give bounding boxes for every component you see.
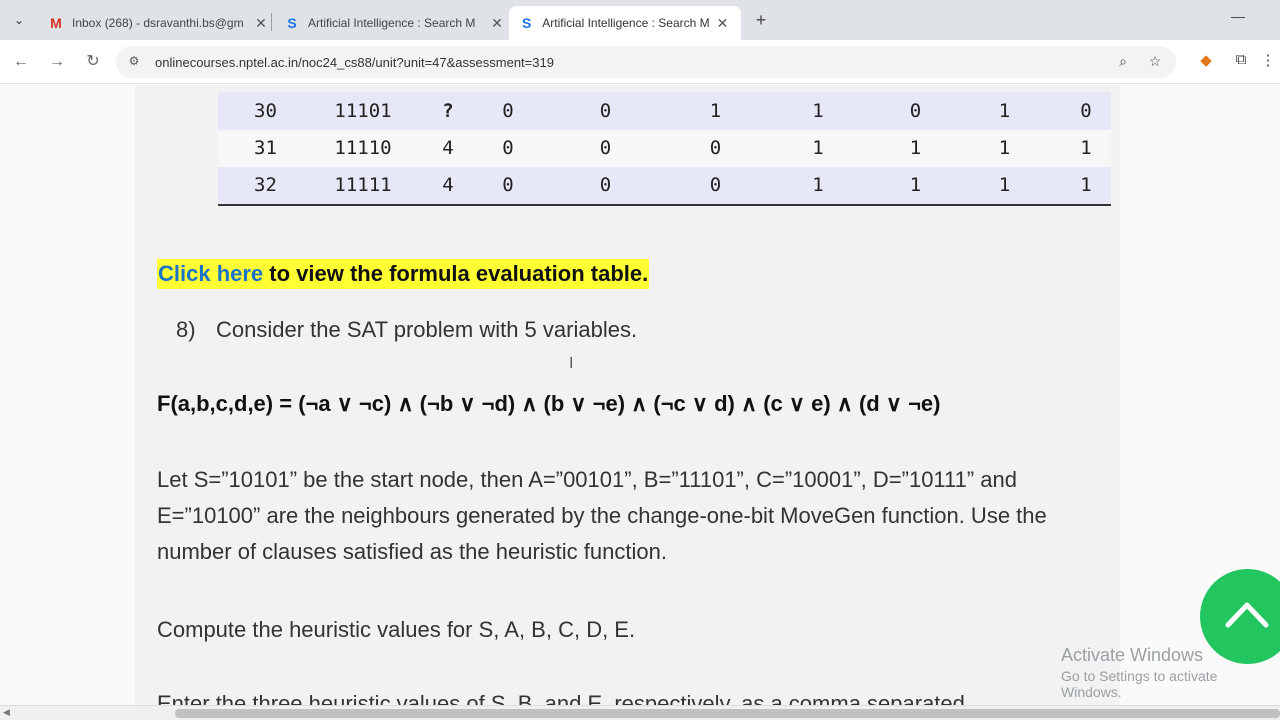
chevron-up-icon (1225, 602, 1269, 628)
close-icon[interactable]: ✕ (714, 15, 731, 32)
table-cell: 1 (883, 167, 948, 206)
table-cell: 0 (533, 167, 678, 206)
scrollbar-thumb[interactable] (175, 709, 1280, 718)
gmail-icon: M (50, 15, 62, 31)
formula-table-link-line: Click here to view the formula evaluatio… (157, 259, 650, 289)
table-cell: 0 (1080, 99, 1092, 122)
table-cell: 1 (753, 167, 883, 206)
table-cell: 1 (709, 99, 722, 122)
table-cell: 11111 (313, 167, 413, 206)
site-settings-icon[interactable]: ⚙ (126, 54, 142, 70)
table-cell: 0 (678, 167, 753, 206)
metamask-fox-icon[interactable]: ◆ (1196, 51, 1216, 71)
click-here-link[interactable]: Click here (158, 261, 263, 286)
browser-toolbar: ← → ↻ ⚙ onlinecourses.nptel.ac.in/noc24_… (0, 40, 1280, 84)
table-cell: 1 (1061, 167, 1111, 206)
table-row: 30 11101 ? 0 0 1 1 0 1 0 (218, 92, 1111, 130)
tab-ai-search-active[interactable]: S Artificial Intelligence : Search M ✕ (509, 6, 741, 40)
table-row: 32 11111 4 0 0 0 1 1 1 1 (218, 167, 1111, 206)
tab-ai-search-1[interactable]: S Artificial Intelligence : Search M ✕ (274, 6, 516, 40)
new-tab-plus-icon[interactable]: + (750, 9, 772, 31)
table-cell: 30 (254, 99, 277, 122)
tab-title: Artificial Intelligence : Search M (308, 16, 476, 30)
activate-windows-watermark: Activate Windows Go to Settings to activ… (1061, 645, 1280, 700)
table-cell: 1 (909, 137, 922, 160)
bookmark-star-icon[interactable]: ☆ (1146, 53, 1164, 71)
table-cell: 31 (254, 137, 277, 160)
minimize-icon[interactable]: — (1228, 8, 1248, 24)
table-cell: 0 (709, 137, 722, 160)
text-cursor-icon: I (569, 355, 574, 372)
table-cell: 1 (998, 99, 1011, 122)
table-cell: 32 (218, 167, 313, 206)
close-icon[interactable]: ✕ (488, 15, 506, 32)
table-cell: 1 (998, 137, 1011, 160)
table-cell: 1 (812, 99, 824, 122)
scroll-left-icon[interactable]: ◀ (3, 707, 10, 718)
tab-gmail[interactable]: M Inbox (268) - dsravanthi.bs@gm ✕ (38, 6, 280, 40)
tab-separator (271, 13, 272, 31)
evaluation-table: 30 11101 ? 0 0 1 1 0 1 0 31 11110 4 0 0 … (218, 92, 1111, 206)
url-text[interactable]: onlinecourses.nptel.ac.in/noc24_cs88/uni… (155, 55, 554, 70)
watermark-subtitle: Go to Settings to activate Windows. (1061, 668, 1218, 700)
table-row: 31 11110 4 0 0 0 1 1 1 1 (218, 129, 1111, 167)
tab-strip: ⌄ M Inbox (268) - dsravanthi.bs@gm ✕ S A… (0, 0, 1280, 40)
tab-title: Artificial Intelligence : Search M (542, 16, 710, 30)
tab-search-icon[interactable]: ⌄ (8, 9, 30, 31)
table-cell: 0 (599, 99, 612, 122)
close-icon[interactable]: ✕ (252, 15, 270, 32)
table-cell: ? (442, 99, 454, 122)
page-content: 30 11101 ? 0 0 1 1 0 1 0 31 11110 4 0 0 … (0, 85, 1280, 705)
table-cell: 0 (483, 167, 533, 206)
tab-title: Inbox (268) - dsravanthi.bs@gm (72, 16, 244, 30)
table-cell: 11101 (334, 99, 392, 122)
extensions-puzzle-icon[interactable]: ⧉ (1231, 51, 1251, 71)
table-cell: 11110 (334, 137, 392, 160)
table-cell: 1 (948, 167, 1061, 206)
question-paragraph-neighbours: Let S=”10101” be the start node, then A=… (157, 467, 1047, 564)
forward-arrow-icon[interactable]: → (46, 51, 68, 73)
menu-more-icon[interactable]: ⋮ (1258, 51, 1278, 71)
table-cell: 0 (909, 99, 922, 122)
sat-formula: F(a,b,c,d,e) = (¬a ∨ ¬c) ∧ (¬b ∨ ¬d) ∧ (… (157, 391, 941, 416)
table-cell: 1 (812, 137, 824, 160)
zoom-icon[interactable]: ⌕ (1114, 53, 1132, 71)
table-cell: 0 (599, 137, 612, 160)
table-cell: 4 (413, 167, 483, 206)
table-cell: 0 (502, 99, 514, 122)
swayam-icon: S (521, 15, 532, 31)
table-cell: 4 (442, 137, 454, 160)
question-paragraph-enter: Enter the three heuristic values of S, B… (157, 691, 965, 705)
question-heading: 8) Consider the SAT problem with 5 variab… (176, 317, 637, 343)
question-paragraph-compute: Compute the heuristic values for S, A, B… (157, 617, 636, 642)
link-description: to view the formula evaluation table. (263, 261, 649, 286)
swayam-icon: S (287, 15, 297, 31)
horizontal-scrollbar[interactable]: ◀ (0, 705, 1280, 720)
watermark-title: Activate Windows (1061, 645, 1204, 665)
address-bar[interactable]: ⚙ onlinecourses.nptel.ac.in/noc24_cs88/u… (116, 46, 1176, 78)
question-number: 8) (176, 317, 196, 342)
table-cell: 1 (1080, 137, 1092, 160)
question-text: Consider the SAT problem with 5 variable… (216, 317, 638, 342)
reload-icon[interactable]: ↻ (82, 51, 104, 73)
back-arrow-icon[interactable]: ← (10, 51, 32, 73)
table-cell: 0 (502, 137, 514, 160)
